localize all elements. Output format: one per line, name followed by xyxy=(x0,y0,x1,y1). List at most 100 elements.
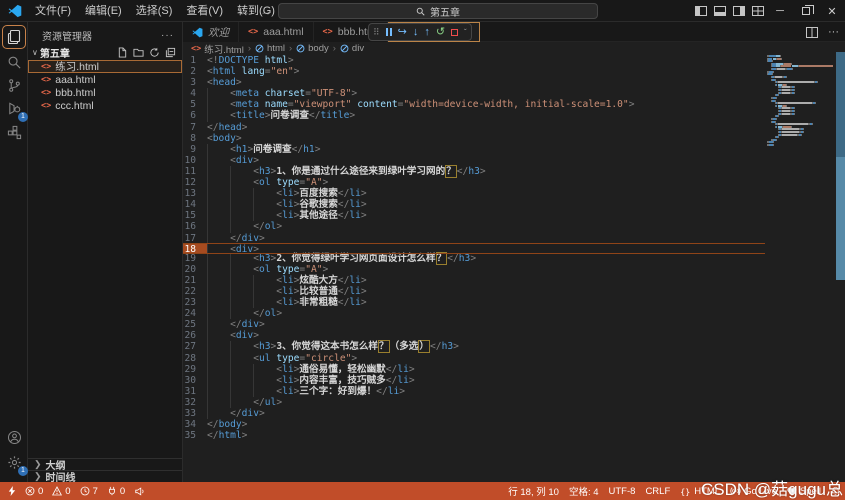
pause-button[interactable] xyxy=(386,28,392,36)
status-right-broadcast[interactable]: Go Live xyxy=(730,486,777,497)
status-left-clock[interactable]: 7 xyxy=(80,486,98,497)
code-line-10[interactable]: 10<div> xyxy=(183,155,765,166)
line-number[interactable]: 4 xyxy=(183,88,207,99)
code-line-4[interactable]: 4<meta charset="UTF-8"> xyxy=(183,88,765,99)
line-number[interactable]: 7 xyxy=(183,122,207,133)
code-line-1[interactable]: 1<!DOCTYPE html> xyxy=(183,55,765,66)
code-line-27[interactable]: 27<h3>3、你觉得这本书怎么样？（多选）</h3> xyxy=(183,341,765,352)
status-left-plug[interactable]: 0 xyxy=(107,486,125,497)
breadcrumb-item-div[interactable]: div xyxy=(340,43,364,54)
code-line-32[interactable]: 32</ul> xyxy=(183,397,765,408)
code-line-11[interactable]: 11<h3>1、你是通过什么途径来到绿叶学习网的？</h3> xyxy=(183,166,765,177)
drag-handle-icon[interactable]: ⠿ xyxy=(373,23,380,41)
activity-source-control-icon[interactable] xyxy=(2,73,26,97)
code-line-6[interactable]: 6<title>问卷调查</title> xyxy=(183,110,765,121)
code-line-33[interactable]: 33</div> xyxy=(183,408,765,419)
collapse-all-icon[interactable] xyxy=(165,47,176,58)
line-number[interactable]: 18 xyxy=(183,244,207,253)
stop-button[interactable] xyxy=(451,29,458,36)
status-right-heart[interactable]: Spell xyxy=(787,486,821,497)
status-right-item-1[interactable]: 空格: 4 xyxy=(569,484,599,498)
code-line-12[interactable]: 12<ol type="A"> xyxy=(183,177,765,188)
panel-时间线[interactable]: ❯时间线 xyxy=(28,470,182,482)
code-line-29[interactable]: 29<li>通俗易懂，轻松幽默</li> xyxy=(183,364,765,375)
activity-explorer-icon[interactable] xyxy=(2,25,26,49)
line-number[interactable]: 9 xyxy=(183,144,207,155)
code-line-16[interactable]: 16</ol> xyxy=(183,221,765,232)
toggle-secondary-sidebar-icon[interactable] xyxy=(729,0,748,22)
minimize-button[interactable]: ─ xyxy=(767,0,793,22)
line-number[interactable]: 27 xyxy=(183,341,207,352)
status-left-megaphone[interactable] xyxy=(134,486,145,496)
status-left-bolt[interactable] xyxy=(8,486,16,496)
split-editor-icon[interactable] xyxy=(806,27,818,38)
forward-arrow-icon[interactable]: → xyxy=(260,4,272,18)
more-actions-icon[interactable]: ··· xyxy=(161,30,174,41)
code-line-18[interactable]: 18<div> xyxy=(183,243,765,254)
menu-item-2[interactable]: 选择(S) xyxy=(129,0,180,22)
line-number[interactable]: 26 xyxy=(183,330,207,341)
code-line-24[interactable]: 24</ol> xyxy=(183,308,765,319)
code-line-28[interactable]: 28<ul type="circle"> xyxy=(183,353,765,364)
activity-run-debug-icon[interactable]: 1 xyxy=(2,96,26,120)
restart-button[interactable]: ↺ xyxy=(436,23,445,41)
line-number[interactable]: 5 xyxy=(183,99,207,110)
line-number[interactable]: 33 xyxy=(183,408,207,419)
code-line-8[interactable]: 8<body> xyxy=(183,133,765,144)
customize-layout-icon[interactable] xyxy=(748,0,767,22)
code-line-31[interactable]: 31<li>三个字：好到爆！</li> xyxy=(183,386,765,397)
code-line-20[interactable]: 20<ol type="A"> xyxy=(183,264,765,275)
refresh-icon[interactable] xyxy=(149,47,160,58)
code-line-19[interactable]: 19<h3>2、你觉得绿叶学习网页面设计怎么样？</h3> xyxy=(183,253,765,264)
line-number[interactable]: 11 xyxy=(183,166,207,177)
breadcrumb-item-练习.html[interactable]: <>练习.html xyxy=(191,42,244,56)
status-right-braces[interactable]: {}HTML xyxy=(680,486,720,497)
line-number[interactable]: 30 xyxy=(183,375,207,386)
menu-item-1[interactable]: 编辑(E) xyxy=(78,0,129,22)
menu-item-3[interactable]: 查看(V) xyxy=(179,0,230,22)
line-number[interactable]: 1 xyxy=(183,55,207,66)
activity-extensions-icon[interactable] xyxy=(2,120,26,144)
step-out-button[interactable]: ↑ xyxy=(424,23,430,41)
line-number[interactable]: 24 xyxy=(183,308,207,319)
line-number[interactable]: 3 xyxy=(183,77,207,88)
line-number[interactable]: 21 xyxy=(183,275,207,286)
code-line-13[interactable]: 13<li>百度搜索</li> xyxy=(183,188,765,199)
line-number[interactable]: 31 xyxy=(183,386,207,397)
line-number[interactable]: 2 xyxy=(183,66,207,77)
file-item[interactable]: <>aaa.html xyxy=(28,73,182,86)
status-right-item-2[interactable]: UTF-8 xyxy=(609,486,636,497)
code-line-14[interactable]: 14<li>谷歌搜索</li> xyxy=(183,199,765,210)
status-left-error[interactable]: 0 xyxy=(25,486,43,497)
status-right-item-3[interactable]: CRLF xyxy=(645,486,670,497)
scrollbar[interactable] xyxy=(836,52,845,280)
activity-settings-icon[interactable]: 1 xyxy=(2,450,26,474)
toggle-panel-icon[interactable] xyxy=(710,0,729,22)
line-number[interactable]: 22 xyxy=(183,286,207,297)
line-number[interactable]: 8 xyxy=(183,133,207,144)
code-line-22[interactable]: 22<li>比较普通</li> xyxy=(183,286,765,297)
line-number[interactable]: 34 xyxy=(183,419,207,430)
restore-button[interactable] xyxy=(793,0,819,22)
folder-section-header[interactable]: ∨ 第五章 xyxy=(28,44,182,60)
code-line-7[interactable]: 7</head> xyxy=(183,122,765,133)
code-line-23[interactable]: 23<li>非常粗糙</li> xyxy=(183,297,765,308)
close-button[interactable]: ✕ xyxy=(819,0,845,22)
line-number[interactable]: 14 xyxy=(183,199,207,210)
back-arrow-icon[interactable]: ← xyxy=(238,4,250,18)
activity-search-icon[interactable] xyxy=(2,50,26,74)
line-number[interactable]: 10 xyxy=(183,155,207,166)
code-line-15[interactable]: 15<li>其他途径</li> xyxy=(183,210,765,221)
activity-account-icon[interactable] xyxy=(2,425,26,449)
code-line-3[interactable]: 3<head> xyxy=(183,77,765,88)
line-number[interactable]: 32 xyxy=(183,397,207,408)
line-number[interactable]: 28 xyxy=(183,353,207,364)
tab-欢迎[interactable]: 欢迎 xyxy=(183,22,239,42)
code-line-2[interactable]: 2<html lang="en"> xyxy=(183,66,765,77)
code-editor[interactable]: 1<!DOCTYPE html>2<html lang="en">3<head>… xyxy=(183,55,765,441)
line-number[interactable]: 6 xyxy=(183,110,207,121)
breadcrumb-item-html[interactable]: html xyxy=(255,43,285,54)
line-number[interactable]: 35 xyxy=(183,430,207,441)
line-number[interactable]: 16 xyxy=(183,221,207,232)
breadcrumb-item-body[interactable]: body xyxy=(296,43,329,54)
